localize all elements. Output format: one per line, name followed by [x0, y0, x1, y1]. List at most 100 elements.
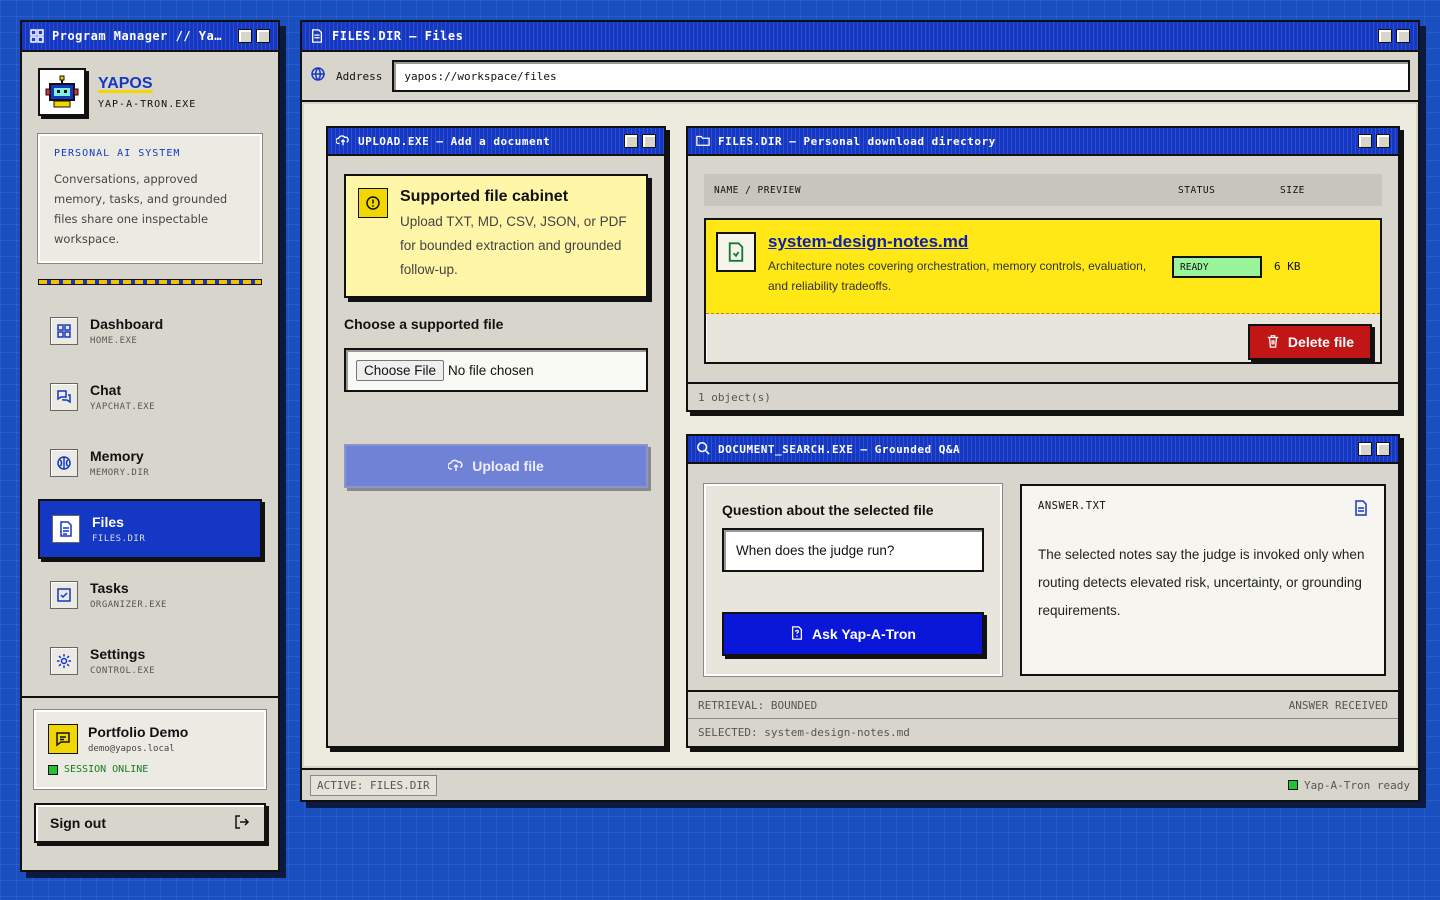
sidebar-item-label: Settings [90, 646, 146, 662]
sidebar-item-files[interactable]: Files FILES.DIR [38, 499, 262, 559]
sidebar-item-label: Memory [90, 448, 144, 464]
gear-icon [50, 647, 78, 675]
grid-icon [30, 29, 44, 43]
program-manager-title: Program Manager // Ya… [52, 29, 222, 43]
upload-cloud-icon [447, 457, 464, 476]
answer-heading: ANSWER.TXT [1038, 500, 1107, 512]
question-input[interactable]: When does the judge run? [722, 528, 984, 572]
sidebar-item-dashboard[interactable]: Dashboard HOME.EXE [38, 301, 262, 361]
note-heading: Supported file cabinet [400, 188, 569, 205]
user-name: Portfolio Demo [88, 724, 189, 740]
active-window-label: ACTIVE: FILES.DIR [310, 774, 437, 796]
address-bar: Address yapos://workspace/files [302, 52, 1418, 102]
delete-file-button[interactable]: Delete file [1248, 324, 1372, 360]
retrieval-status: RETRIEVAL: BOUNDED [698, 698, 818, 712]
sidebar-item-sub: ORGANIZER.EXE [90, 600, 167, 610]
address-label: Address [336, 69, 383, 83]
supported-files-note: Supported file cabinet Upload TXT, MD, C… [344, 174, 648, 298]
file-icon [310, 29, 324, 43]
sign-out-label: Sign out [50, 815, 106, 831]
upload-titlebar[interactable]: UPLOAD.EXE — Add a document [328, 128, 664, 156]
files-directory-footer: 1 object(s) [688, 382, 1398, 410]
ask-button-label: Ask Yap-A-Tron [812, 626, 916, 642]
sidebar-item-label: Chat [90, 382, 122, 398]
system-text: Conversations, approved memory, tasks, a… [54, 172, 228, 246]
upload-cloud-icon [335, 133, 350, 150]
brain-icon [50, 449, 78, 477]
files-window-titlebar[interactable]: FILES.DIR — Files [302, 22, 1418, 52]
document-icon [1354, 500, 1368, 519]
file-name-link[interactable]: system-design-notes.md [768, 232, 1172, 252]
answer-status: ANSWER RECEIVED [1288, 698, 1388, 712]
note-text: Upload TXT, MD, CSV, JSON, or PDF for bo… [400, 214, 627, 277]
minimize-button[interactable] [1358, 442, 1372, 456]
ask-button[interactable]: Ask Yap-A-Tron [722, 612, 984, 656]
column-header-name: NAME / PREVIEW [714, 184, 802, 196]
no-file-text: No file chosen [448, 362, 534, 378]
system-description: PERSONAL AI SYSTEM Conversations, approv… [37, 133, 263, 264]
maximize-button[interactable] [1376, 442, 1390, 456]
ready-status: Yap-A-Tron ready [1304, 778, 1410, 792]
chat-icon [50, 383, 78, 411]
maximize-button[interactable] [1376, 134, 1390, 148]
system-heading: PERSONAL AI SYSTEM [54, 148, 181, 159]
file-input[interactable]: Choose File No file chosen [344, 348, 648, 392]
robot-logo [38, 68, 86, 116]
logout-icon [234, 814, 250, 833]
user-area: Portfolio Demo demo@yapos.local SESSION … [22, 696, 278, 855]
brand-name: YAPOS [98, 74, 153, 92]
minimize-button[interactable] [1358, 134, 1372, 148]
workspace-area: UPLOAD.EXE — Add a document Supported fi… [304, 104, 1416, 766]
minimize-button[interactable] [238, 29, 252, 43]
answer-panel: ANSWER.TXT The selected notes say the ju… [1020, 484, 1386, 676]
document-search-title: DOCUMENT_SEARCH.EXE — Grounded Q&A [718, 442, 961, 456]
column-header-size: SIZE [1280, 184, 1305, 196]
sidebar-item-memory[interactable]: Memory MEMORY.DIR [38, 433, 262, 493]
program-manager-titlebar[interactable]: Program Manager // Ya… [22, 22, 278, 52]
sidebar-item-settings[interactable]: Settings CONTROL.EXE [38, 631, 262, 691]
status-badge: READY [1172, 256, 1262, 278]
upload-button[interactable]: Upload file [344, 444, 648, 488]
main-status-bar: ACTIVE: FILES.DIR Yap-A-Tron ready [302, 768, 1418, 800]
sidebar-item-label: Tasks [90, 580, 129, 596]
sidebar-item-sub: CONTROL.EXE [90, 666, 156, 676]
files-window-title: FILES.DIR — Files [332, 29, 464, 43]
files-window: FILES.DIR — Files Address yapos://worksp… [300, 20, 1420, 802]
sidebar-item-label: Files [92, 514, 124, 530]
file-description: Architecture notes covering orchestratio… [768, 259, 1147, 293]
selected-file: SELECTED: system-design-notes.md [698, 726, 910, 739]
folder-icon [696, 133, 710, 150]
grid-icon [50, 317, 78, 345]
sign-out-button[interactable]: Sign out [34, 803, 266, 843]
question-file-icon [790, 625, 804, 643]
brand: YAPOS YAP-A-TRON.EXE [22, 52, 278, 126]
trash-icon [1266, 334, 1280, 351]
sidebar-nav: Dashboard HOME.EXE Chat YAPCHAT.EXE Memory… [22, 301, 278, 691]
minimize-button[interactable] [624, 134, 638, 148]
message-icon [48, 724, 78, 754]
address-input[interactable]: yapos://workspace/files [392, 60, 1410, 92]
choose-file-button[interactable]: Choose File [356, 359, 445, 381]
document-search-titlebar[interactable]: DOCUMENT_SEARCH.EXE — Grounded Q&A [688, 436, 1398, 464]
delete-button-label: Delete file [1287, 334, 1355, 350]
user-card: Portfolio Demo demo@yapos.local SESSION … [33, 709, 267, 790]
divider-stripe [38, 279, 262, 285]
files-directory-titlebar[interactable]: FILES.DIR — Personal download directory [688, 128, 1398, 156]
maximize-button[interactable] [256, 29, 270, 43]
maximize-button[interactable] [642, 134, 656, 148]
minimize-button[interactable] [1378, 29, 1392, 43]
table-header: NAME / PREVIEW STATUS SIZE [704, 174, 1382, 206]
sidebar-item-tasks[interactable]: Tasks ORGANIZER.EXE [38, 565, 262, 625]
maximize-button[interactable] [1396, 29, 1410, 43]
sidebar-item-chat[interactable]: Chat YAPCHAT.EXE [38, 367, 262, 427]
table-row[interactable]: system-design-notes.md Architecture note… [706, 220, 1380, 314]
program-manager-window: Program Manager // Ya… YAPOS YAP-A-TRON.… [20, 20, 280, 872]
file-icon [52, 515, 80, 543]
search-status-bar: RETRIEVAL: BOUNDED ANSWER RECEIVED [688, 690, 1398, 718]
info-icon [358, 188, 388, 218]
brand-subtitle: YAP-A-TRON.EXE [98, 98, 197, 110]
document-search-window: DOCUMENT_SEARCH.EXE — Grounded Q&A Quest… [686, 434, 1400, 748]
selected-file-bar: SELECTED: system-design-notes.md [688, 718, 1398, 746]
document-icon [716, 232, 756, 272]
object-count: 1 object(s) [698, 390, 771, 404]
